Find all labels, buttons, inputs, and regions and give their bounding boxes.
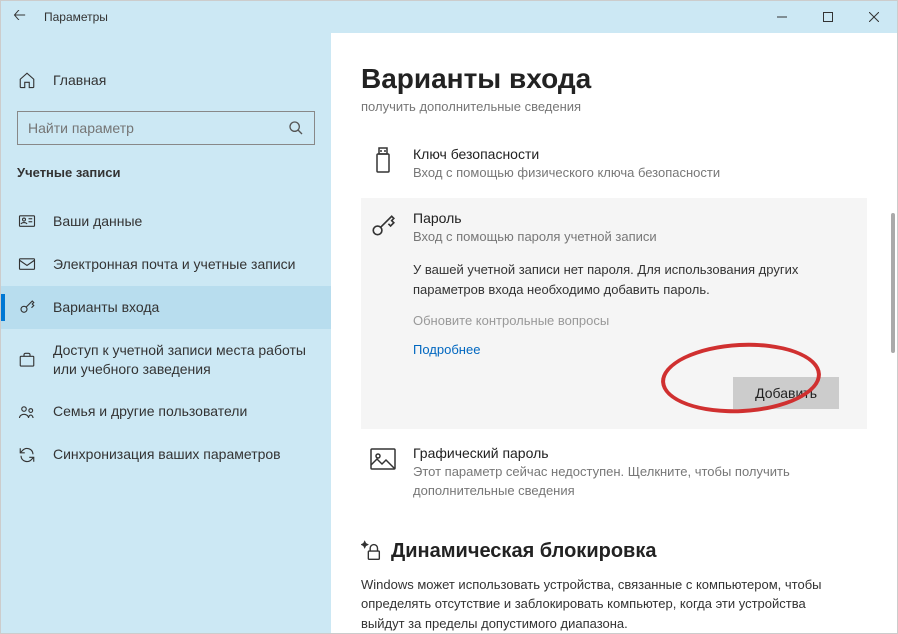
home-label: Главная bbox=[53, 72, 106, 88]
option-picture-password[interactable]: Графический пароль Этот параметр сейчас … bbox=[361, 433, 867, 511]
briefcase-icon bbox=[17, 351, 37, 369]
window-title: Параметры bbox=[44, 10, 108, 24]
picture-icon bbox=[369, 445, 397, 473]
option-security-key[interactable]: Ключ безопасности Вход с помощью физичес… bbox=[361, 134, 867, 194]
minimize-icon bbox=[777, 12, 787, 22]
sidebar-item-label: Синхронизация ваших параметров bbox=[53, 445, 281, 464]
sync-icon bbox=[17, 446, 37, 464]
minimize-button[interactable] bbox=[759, 1, 805, 33]
option-desc: Этот параметр сейчас недоступен. Щелкнит… bbox=[413, 463, 859, 499]
sidebar-item-label: Электронная почта и учетные записи bbox=[53, 255, 295, 274]
sidebar-item-label: Ваши данные bbox=[53, 212, 142, 231]
add-button[interactable]: Добавить bbox=[733, 377, 839, 409]
option-password[interactable]: Пароль Вход с помощью пароля учетной зап… bbox=[361, 198, 867, 429]
dynamic-lock-title: Динамическая блокировка bbox=[361, 540, 867, 563]
sidebar-item-work-access[interactable]: Доступ к учетной записи места работы или… bbox=[1, 329, 331, 391]
option-disabled-text: Обновите контрольные вопросы bbox=[413, 313, 859, 328]
learn-more-link[interactable]: Подробнее bbox=[413, 342, 859, 357]
maximize-icon bbox=[823, 12, 833, 22]
search-box[interactable] bbox=[17, 111, 315, 145]
option-desc: Вход с помощью физического ключа безопас… bbox=[413, 164, 859, 182]
page-subtitle: получить дополнительные сведения bbox=[361, 99, 867, 114]
lock-sparkle-icon bbox=[361, 540, 383, 562]
close-icon bbox=[869, 12, 879, 22]
key-icon bbox=[17, 298, 37, 316]
people-icon bbox=[17, 403, 37, 421]
sidebar-section-header: Учетные записи bbox=[1, 145, 331, 188]
maximize-button[interactable] bbox=[805, 1, 851, 33]
option-desc: Вход с помощью пароля учетной записи bbox=[413, 228, 859, 246]
sidebar-item-label: Семья и другие пользователи bbox=[53, 402, 247, 421]
sidebar-item-label: Доступ к учетной записи места работы или… bbox=[53, 341, 315, 379]
sidebar-item-family[interactable]: Семья и другие пользователи bbox=[1, 390, 331, 433]
option-title: Графический пароль bbox=[413, 445, 859, 461]
person-card-icon bbox=[17, 212, 37, 230]
main-content: Варианты входа получить дополнительные с… bbox=[331, 33, 897, 633]
dynamic-lock-desc: Windows может использовать устройства, с… bbox=[361, 575, 841, 633]
usb-icon bbox=[369, 146, 397, 174]
home-button[interactable]: Главная bbox=[1, 61, 331, 99]
sidebar-item-signin-options[interactable]: Варианты входа bbox=[1, 286, 331, 329]
key-icon bbox=[369, 212, 397, 240]
option-title: Ключ безопасности bbox=[413, 146, 859, 162]
sidebar: Главная Учетные записи Ваши данные Элект… bbox=[1, 33, 331, 633]
close-button[interactable] bbox=[851, 1, 897, 33]
sidebar-item-sync[interactable]: Синхронизация ваших параметров bbox=[1, 433, 331, 476]
option-detail: У вашей учетной записи нет пароля. Для и… bbox=[413, 260, 859, 299]
page-title: Варианты входа bbox=[361, 63, 867, 95]
sidebar-item-your-info[interactable]: Ваши данные bbox=[1, 200, 331, 243]
back-button[interactable]: 🡠 bbox=[13, 4, 26, 31]
sidebar-item-email[interactable]: Электронная почта и учетные записи bbox=[1, 243, 331, 286]
home-icon bbox=[17, 71, 37, 89]
scrollbar[interactable] bbox=[891, 213, 895, 613]
search-icon bbox=[288, 120, 304, 136]
search-input[interactable] bbox=[28, 120, 288, 136]
mail-icon bbox=[17, 255, 37, 273]
scrollbar-thumb[interactable] bbox=[891, 213, 895, 353]
sidebar-item-label: Варианты входа bbox=[53, 298, 159, 317]
option-title: Пароль bbox=[413, 210, 859, 226]
